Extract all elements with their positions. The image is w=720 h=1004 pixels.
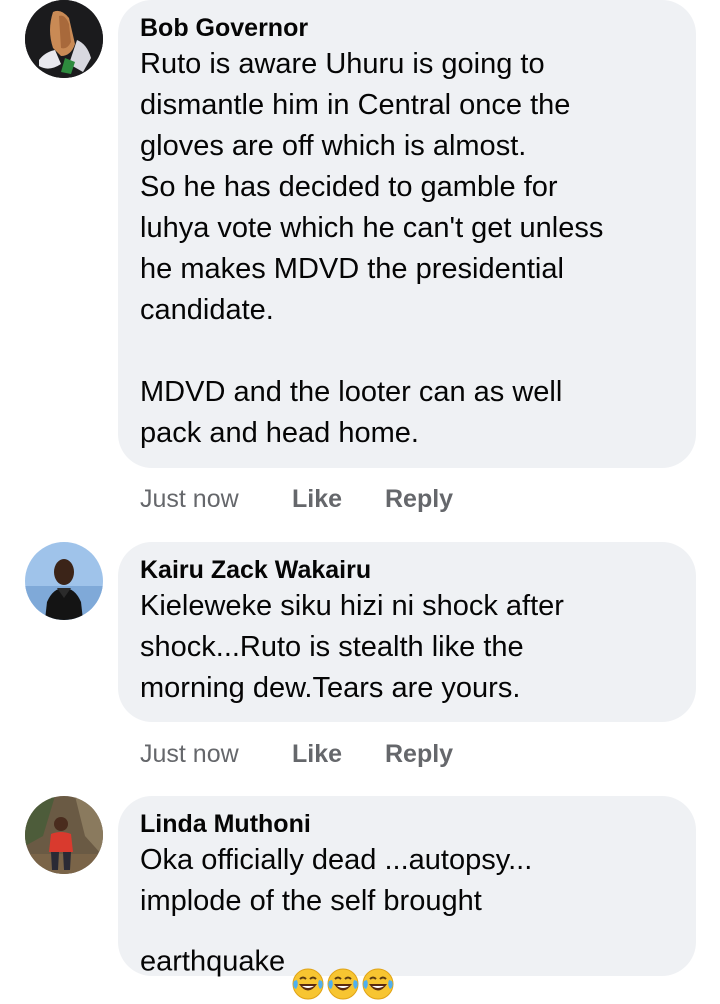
comment-actions: Just now Like Reply <box>140 482 500 516</box>
man-portrait-icon <box>25 542 103 620</box>
comment-timestamp[interactable]: Just now <box>140 482 239 516</box>
reply-button[interactable]: Reply <box>385 737 453 771</box>
comment-author[interactable]: Bob Governor <box>140 12 674 44</box>
avatar[interactable] <box>25 542 103 620</box>
praying-hands-icon <box>25 0 103 78</box>
comment-text: Ruto is aware Uhuru is going to dismantl… <box>140 48 604 449</box>
laughing-crying-emoji-icon <box>362 968 394 1000</box>
comment-actions: Just now Like Reply <box>140 737 500 771</box>
like-button[interactable]: Like <box>292 482 342 516</box>
comment-author[interactable]: Linda Muthoni <box>140 808 674 840</box>
laughing-crying-emoji-icon <box>292 968 324 1000</box>
comment-text: Kieleweke siku hizi ni shock after shock… <box>140 590 564 704</box>
comment-bubble: Bob Governor Ruto is aware Uhuru is goin… <box>118 0 696 468</box>
woman-outdoor-icon <box>25 796 103 874</box>
avatar[interactable] <box>25 796 103 874</box>
comment-text: Oka officially dead ...autopsy... implod… <box>140 840 674 1004</box>
comment-bubble: Linda Muthoni Oka officially dead ...aut… <box>118 796 696 1000</box>
emoji-group <box>291 922 396 1004</box>
like-button[interactable]: Like <box>292 737 342 771</box>
comment-bubble: Kairu Zack Wakairu Kieleweke siku hizi n… <box>118 542 696 722</box>
comment-timestamp[interactable]: Just now <box>140 737 239 771</box>
laughing-crying-emoji-icon <box>327 968 359 1000</box>
reply-button[interactable]: Reply <box>385 482 453 516</box>
comment-author[interactable]: Kairu Zack Wakairu <box>140 554 674 586</box>
avatar[interactable] <box>25 0 103 78</box>
